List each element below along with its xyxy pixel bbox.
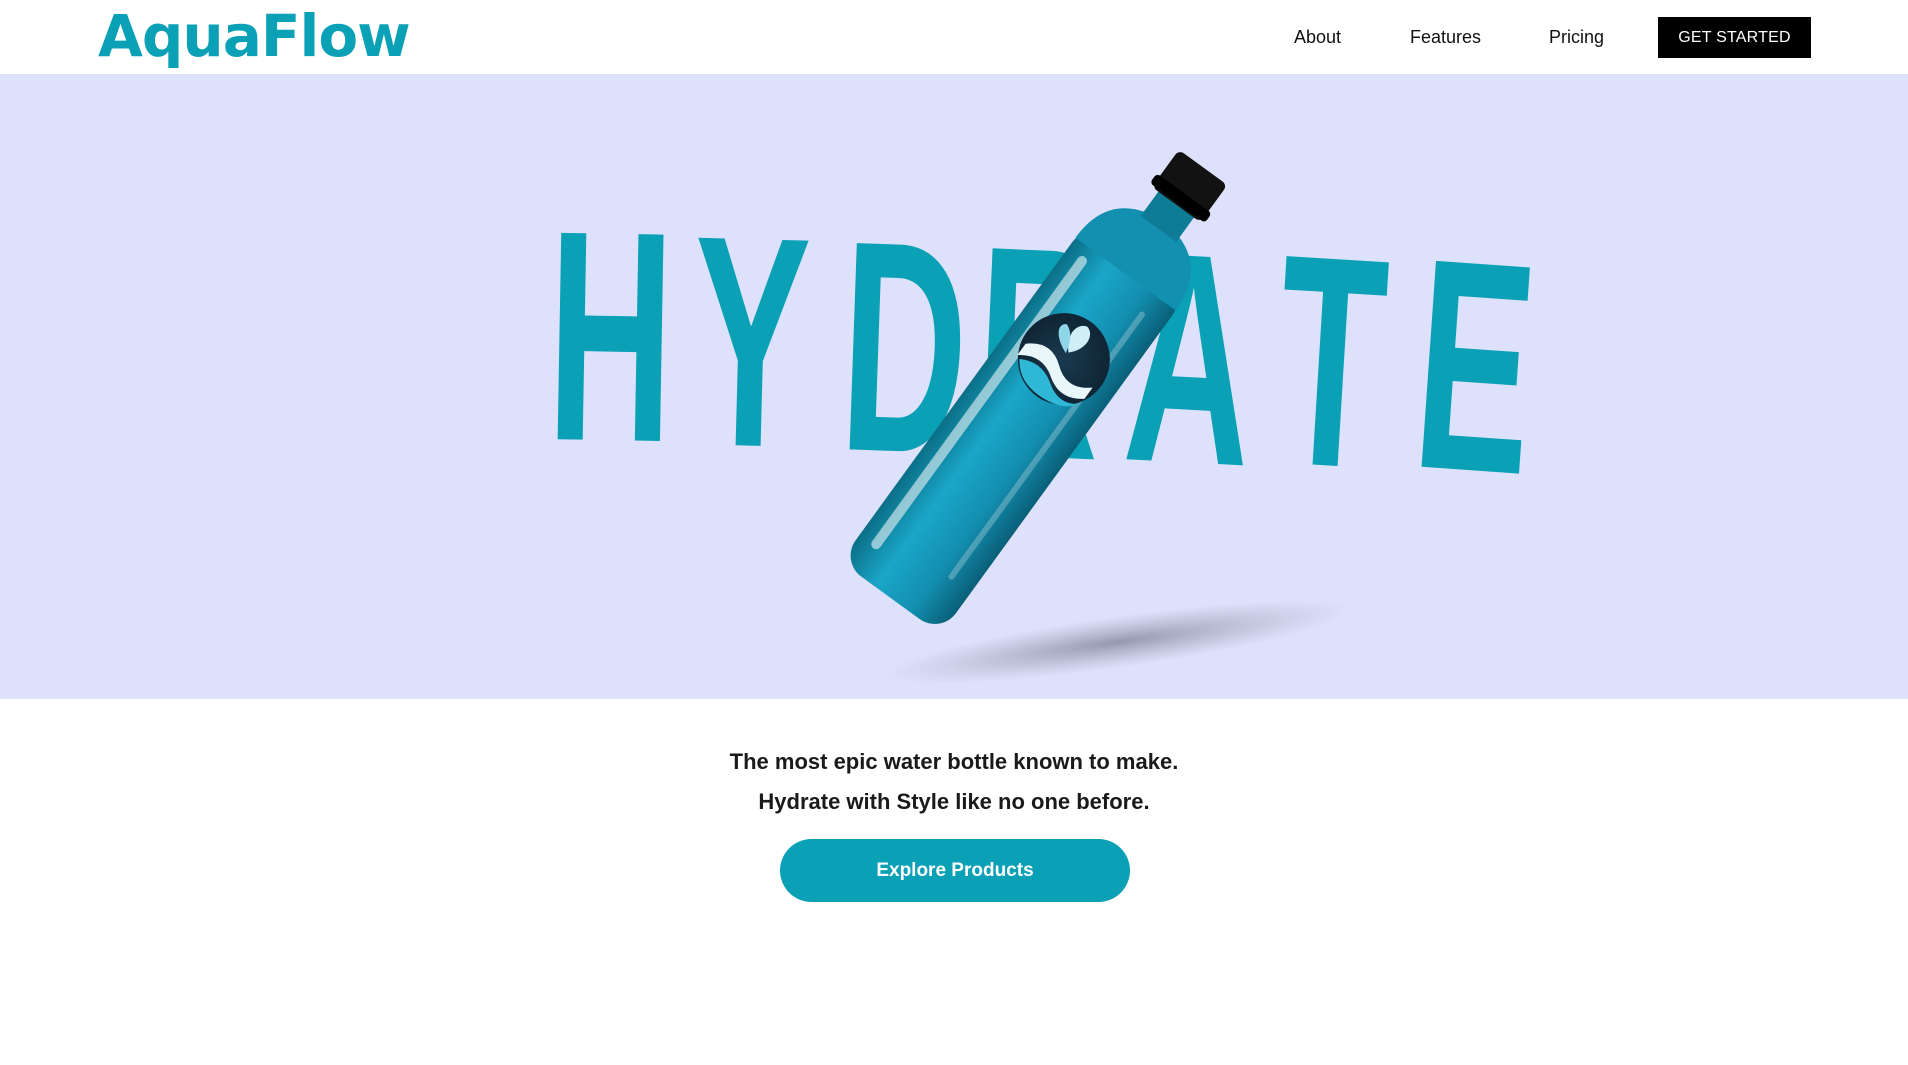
site-header: AquaFlow About Features Pricing GET STAR…: [0, 0, 1908, 74]
brand-logo[interactable]: AquaFlow: [98, 4, 411, 68]
nav-pricing-link[interactable]: Pricing: [1549, 24, 1604, 50]
tagline-primary: The most epic water bottle known to make…: [729, 749, 1179, 774]
tagline-secondary: Hydrate with Style like no one before.: [758, 789, 1150, 814]
headline-letter-t: T: [1268, 191, 1395, 532]
headline-letter-h: H: [545, 167, 676, 504]
headline-letter-y: Y: [688, 173, 813, 511]
nav-about-link[interactable]: About: [1294, 24, 1341, 50]
hero-banner: H Y D R A T E: [0, 74, 1908, 699]
headline-letter-e: E: [1406, 195, 1545, 537]
hero-illustration: H Y D R A T E: [545, 152, 1545, 684]
nav-features-link[interactable]: Features: [1410, 24, 1481, 50]
explore-products-button[interactable]: Explore Products: [780, 839, 1130, 902]
get-started-button[interactable]: GET STARTED: [1658, 17, 1811, 58]
